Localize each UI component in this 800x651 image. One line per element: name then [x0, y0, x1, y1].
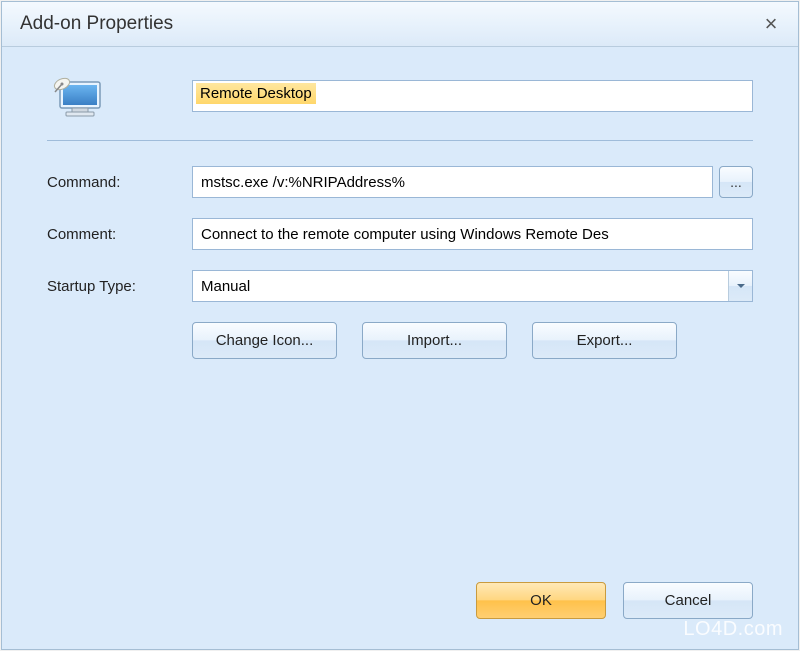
remote-desktop-icon: [52, 72, 104, 120]
startup-type-select[interactable]: Manual: [192, 270, 753, 302]
startup-type-label: Startup Type:: [47, 278, 192, 295]
dialog-content: Remote Desktop Command: ... Comment: Sta…: [2, 47, 798, 379]
addon-name-input[interactable]: Remote Desktop: [192, 80, 753, 112]
close-icon: ×: [765, 11, 778, 36]
comment-input[interactable]: [192, 218, 753, 250]
titlebar: Add-on Properties ×: [2, 2, 798, 47]
addon-icon-wrap: [47, 72, 157, 120]
separator: [47, 140, 753, 141]
export-button[interactable]: Export...: [532, 322, 677, 359]
action-button-row: Change Icon... Import... Export...: [192, 322, 753, 359]
command-row: Command: ...: [47, 166, 753, 198]
dialog-footer: OK Cancel: [476, 582, 753, 619]
change-icon-button[interactable]: Change Icon...: [192, 322, 337, 359]
comment-row: Comment:: [47, 218, 753, 250]
comment-label: Comment:: [47, 226, 192, 243]
cancel-button[interactable]: Cancel: [623, 582, 753, 619]
close-button[interactable]: ×: [756, 11, 786, 37]
ok-button[interactable]: OK: [476, 582, 606, 619]
addon-properties-dialog: Add-on Properties ×: [1, 1, 799, 650]
chevron-down-icon[interactable]: [728, 271, 752, 301]
command-input[interactable]: [192, 166, 713, 198]
command-label: Command:: [47, 174, 192, 191]
import-button[interactable]: Import...: [362, 322, 507, 359]
ellipsis-icon: ...: [730, 174, 742, 190]
name-row: Remote Desktop: [47, 72, 753, 120]
dialog-title: Add-on Properties: [20, 13, 173, 35]
watermark: LO4D.com: [683, 618, 783, 641]
browse-command-button[interactable]: ...: [719, 166, 753, 198]
startup-row: Startup Type: Manual: [47, 270, 753, 302]
startup-type-value: Manual: [201, 278, 250, 295]
addon-name-value: Remote Desktop: [196, 83, 316, 104]
